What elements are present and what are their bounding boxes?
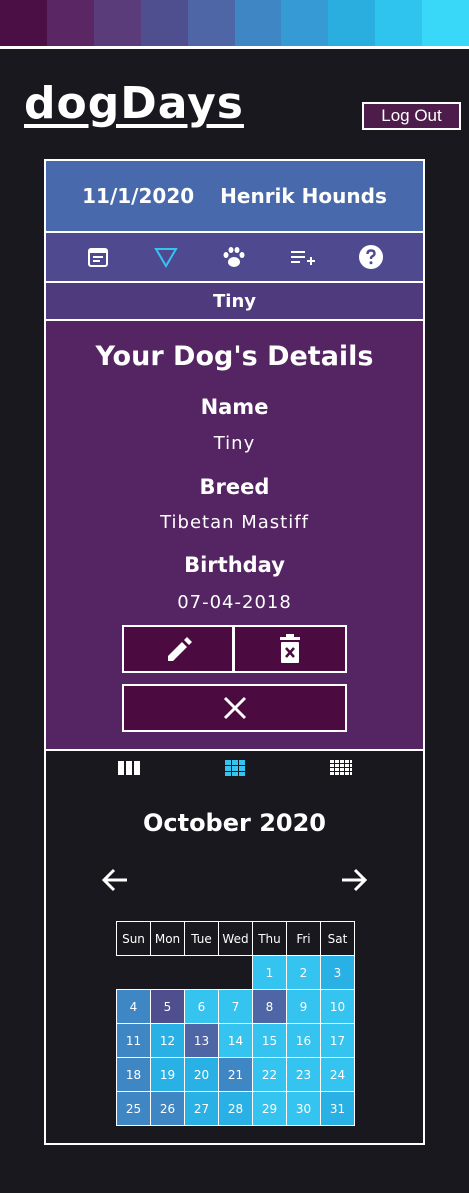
user-name: Henrik Hounds [220,184,387,208]
delete-button[interactable] [233,625,347,673]
calendar-day-cell[interactable]: 20 [184,1057,219,1092]
calendar-day-cell[interactable]: 25 [116,1091,151,1126]
current-date: 11/1/2020 [82,184,195,208]
calendar-empty-cell [151,956,185,990]
calendar-day-cell[interactable]: 17 [320,1023,355,1058]
calendar-day-cell[interactable]: 16 [286,1023,321,1058]
strip-swatch [140,0,188,46]
weekday-label: Wed [218,921,253,956]
weekday-label: Mon [150,921,185,956]
panel-header: 11/1/2020 Henrik Hounds [46,161,423,233]
birthday-value: 07-04-2018 [177,592,292,613]
calendar-day-cell[interactable]: 4 [116,989,151,1024]
strip-swatch [422,0,469,46]
calendar-day-cell[interactable]: 23 [286,1057,321,1092]
calendar-week-row: 4 5 6 7 8 9 10 [116,989,355,1024]
calendar-day-cell[interactable]: 9 [286,989,321,1024]
dog-details-card: Your Dog's Details Name Tiny Breed Tibet… [46,321,423,751]
filter-icon[interactable] [146,237,186,277]
calendar-day-cell[interactable]: 26 [150,1091,185,1126]
calendar-empty-cell [219,956,253,990]
grid-view-icon[interactable] [224,759,246,781]
edit-button[interactable] [122,625,234,673]
weekday-label: Thu [252,921,287,956]
calendar-day-cell[interactable]: 8 [252,989,287,1024]
weekday-label: Sun [116,921,151,956]
previous-month-arrow-icon[interactable] [100,865,130,899]
calendar-day-cell[interactable]: 7 [218,989,253,1024]
calendar-month-title: October 2020 [142,809,327,837]
calendar-day-cell[interactable]: 5 [150,989,185,1024]
calendar-empty-cell [117,956,151,990]
close-details-button[interactable] [122,684,347,732]
header-color-strip [0,0,469,46]
calendar-view-toggle [46,753,423,785]
calendar-week-row: 123 [117,955,355,990]
main-panel: 11/1/2020 Henrik Hounds Tiny Your Dog's … [44,159,425,1145]
calendar-week-row: 11 12 13 14 15 16 17 [116,1023,355,1058]
calendar-day-cell[interactable]: 31 [320,1091,355,1126]
pencil-icon [168,637,192,661]
calendar-day-cell[interactable]: 30 [286,1091,321,1126]
name-label: Name [200,395,269,419]
next-month-arrow-icon[interactable] [339,865,369,899]
nav-toolbar [46,233,423,283]
logout-button[interactable]: Log Out [362,102,461,130]
calendar-day-cell[interactable]: 22 [252,1057,287,1092]
strip-swatch [93,0,141,46]
calendar-day-cell[interactable]: 13 [184,1023,219,1058]
calendar-icon[interactable] [78,237,118,277]
calendar-day-cell[interactable]: 27 [184,1091,219,1126]
calendar-day-cell[interactable]: 15 [252,1023,287,1058]
calendar-day-cell[interactable]: 1 [252,955,287,990]
calendar-day-cell[interactable]: 2 [286,955,321,990]
calendar-day-cell[interactable]: 3 [320,955,355,990]
calendar-day-cell[interactable]: 28 [218,1091,253,1126]
close-icon [223,696,246,720]
three-column-view-icon[interactable] [117,759,141,781]
calendar-grid: Sun Mon Tue Wed Thu Fri Sat 1 2 3 4 5 6 7 8 9 10 11 12 13 1… [116,921,355,1126]
calendar-week-row: 18 19 20 21 22 23 24 [116,1057,355,1092]
header-divider [0,46,469,49]
calendar-day-cell[interactable]: 10 [320,989,355,1024]
help-icon[interactable] [351,237,391,277]
calendar-day-cell[interactable]: 29 [252,1091,287,1126]
calendar-day-cell[interactable]: 14 [218,1023,253,1058]
calendar-empty-cell [185,956,219,990]
weekday-label: Fri [286,921,321,956]
breed-value: Tibetan Mastiff [160,512,309,533]
breed-label: Breed [199,475,270,499]
calendar-week-row: 25 26 27 28 29 30 31 [116,1091,355,1126]
calendar-day-cell[interactable]: 11 [116,1023,151,1058]
selected-dog-name[interactable]: Tiny [46,283,423,321]
trash-icon [280,634,300,663]
strip-swatch [0,0,47,46]
weekday-header-row: Sun Mon Tue Wed Thu Fri Sat [116,921,355,956]
app-logo[interactable]: dogDays [24,78,244,130]
weekday-label: Sat [320,921,355,956]
strip-swatch [187,0,235,46]
paw-icon[interactable] [214,237,254,277]
strip-swatch [281,0,329,46]
calendar-day-cell[interactable]: 24 [320,1057,355,1092]
strip-swatch [46,0,94,46]
name-value: Tiny [213,433,256,454]
dense-grid-view-icon[interactable] [329,759,353,781]
weekday-label: Tue [184,921,219,956]
strip-swatch [234,0,282,46]
calendar-day-cell[interactable]: 19 [150,1057,185,1092]
calendar-day-cell[interactable]: 21 [218,1057,253,1092]
strip-swatch [328,0,376,46]
calendar-day-cell[interactable]: 18 [116,1057,151,1092]
birthday-label: Birthday [184,553,285,577]
calendar-day-cell[interactable]: 12 [150,1023,185,1058]
calendar-day-cell[interactable]: 6 [184,989,219,1024]
strip-swatch [375,0,423,46]
add-list-icon[interactable] [283,237,323,277]
details-title: Your Dog's Details [95,341,374,372]
